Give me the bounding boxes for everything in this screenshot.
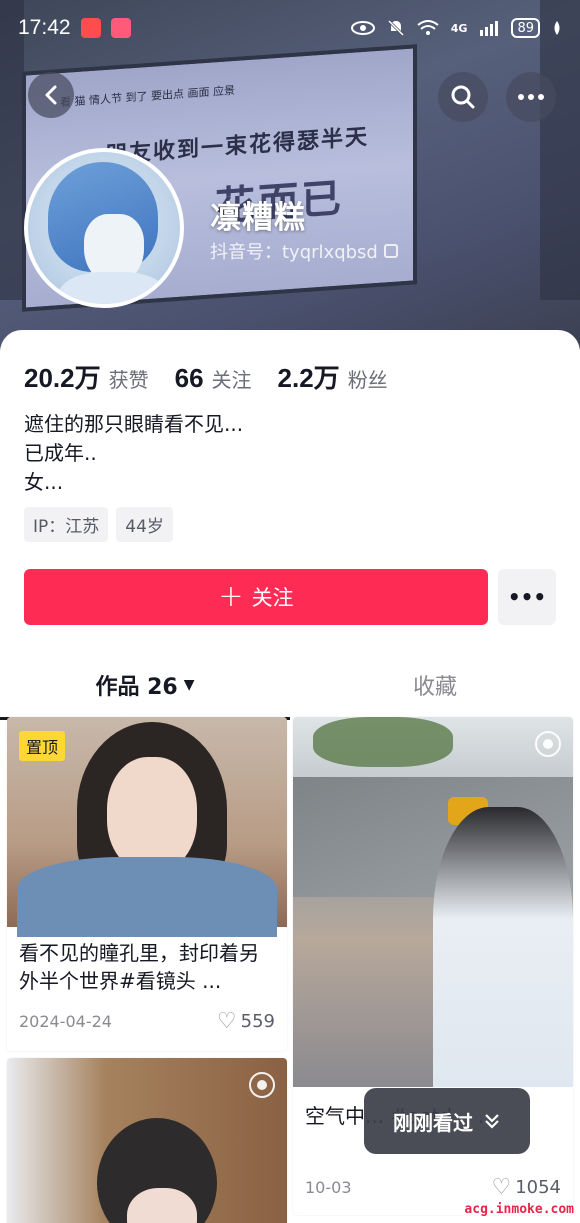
bio-line: 已成年.. [24,441,97,465]
battery-indicator: 89 [511,18,540,38]
video-likes: ♡ 559 [217,1009,275,1034]
caret-down-icon: ▼ [183,677,195,693]
live-photo-icon [535,731,561,757]
profile-tags: IP：江苏 44岁 [24,507,173,542]
double-chevron-down-icon [485,1114,499,1129]
more-options-button[interactable] [506,72,556,122]
pinned-badge: 置顶 [19,731,66,761]
plus-icon: + [218,579,244,614]
notification-app-icon [110,18,131,38]
leaf-icon [554,21,560,35]
status-bar: 17:42 4G 89 [0,0,580,56]
more-dots-icon [518,94,544,100]
profile-bio: 遮住的那只眼睛看不见... 已成年.. 女... [24,410,243,497]
video-card[interactable] [7,1058,287,1223]
avatar[interactable] [24,148,184,308]
video-meta: 10-03 ♡ 1054 [305,1175,561,1200]
search-button[interactable] [438,72,488,122]
likes-count: 559 [240,1011,275,1032]
recently-viewed-label: 刚刚看过 [393,1110,473,1135]
stat-followers[interactable]: 2.2万 粉丝 [278,358,388,395]
stat-followers-label: 粉丝 [347,368,388,392]
bio-line: 女... [24,470,64,494]
likes-count: 1054 [515,1177,561,1198]
video-meta: 2024-04-24 ♡ 559 [19,1009,275,1034]
stat-likes-label: 获赞 [108,368,149,392]
heart-icon: ♡ [491,1175,512,1200]
copy-icon[interactable] [383,244,398,258]
follow-button[interactable]: + 关注 [24,569,488,625]
search-icon [451,85,475,109]
douyin-id-text: 抖音号：tyqrlxqbsd [210,242,378,263]
watermark: acg.inmoke.com [464,1202,574,1217]
stat-followers-value: 2.2万 [277,363,340,393]
stat-following-value: 66 [174,363,204,393]
stat-likes[interactable]: 20.2万 获赞 [24,358,149,395]
douyin-id[interactable]: 抖音号：tyqrlxqbsd [210,238,398,264]
mute-bell-icon [387,19,404,37]
eye-icon [350,21,375,35]
stat-following-label: 关注 [211,368,252,392]
video-card[interactable]: 置顶 看不见的瞳孔里，封印着另外半个世界#看镜头 ... 2024-04-24 … [7,717,287,1051]
age-tag: 44岁 [116,507,173,542]
profile-stats: 20.2万 获赞 66 关注 2.2万 粉丝 [24,358,388,395]
tab-works[interactable]: 作品 26 ▼ [0,660,290,720]
video-likes: ♡ 1054 [491,1175,561,1200]
recently-viewed-button[interactable]: 刚刚看过 [364,1088,530,1154]
video-thumbnail [293,717,573,1087]
follow-label: 关注 [251,586,294,610]
chevron-left-icon [45,85,57,105]
profile-nickname: 凛糟糕 [210,200,306,236]
content-tabs: 作品 26 ▼ 收藏 [0,660,580,720]
bio-line: 遮住的那只眼睛看不见... [24,412,244,436]
status-time: 17:42 [18,16,71,39]
back-button[interactable] [28,72,74,118]
live-photo-icon [249,1072,275,1098]
video-date: 10-03 [305,1178,352,1197]
heart-icon: ♡ [216,1009,237,1034]
notification-app-icon [80,18,101,38]
tab-favorites[interactable]: 收藏 [290,660,580,710]
network-type: 4G [450,21,468,35]
tab-favorites-label: 收藏 [412,675,457,700]
tab-works-label: 作品 26 [95,675,178,700]
ip-tag: IP：江苏 [24,507,109,542]
video-thumbnail [7,1058,287,1223]
more-actions-button[interactable]: ••• [498,569,556,625]
wifi-icon [417,20,439,35]
signal-icon [480,21,499,36]
stat-likes-value: 20.2万 [24,363,101,393]
stat-following[interactable]: 66 关注 [175,363,252,394]
video-date: 2024-04-24 [19,1012,112,1031]
video-caption: 看不见的瞳孔里，封印着另外半个世界#看镜头 ... [19,941,259,993]
more-dots-icon: ••• [507,585,547,609]
